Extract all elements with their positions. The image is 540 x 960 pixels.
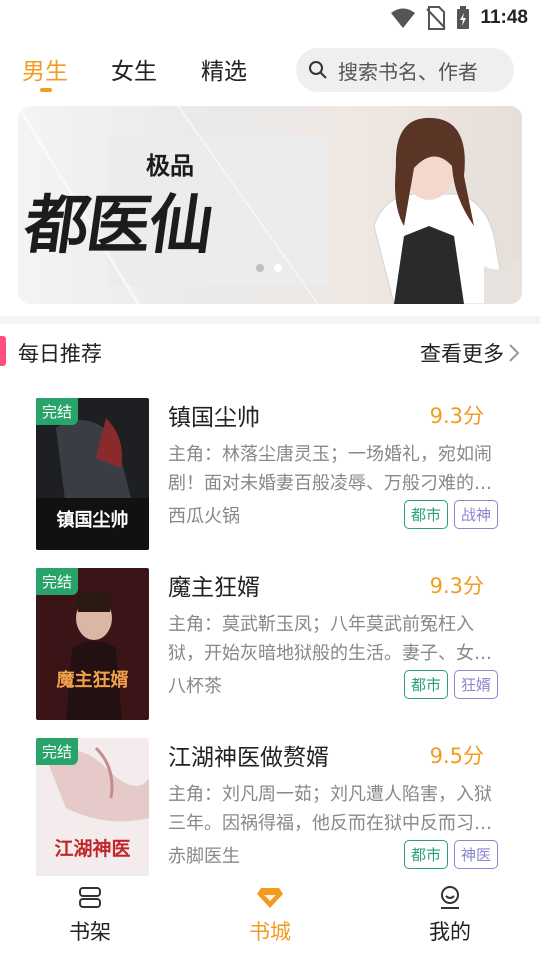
battery-icon [457, 6, 470, 29]
see-more-link[interactable]: 查看更多 [420, 338, 520, 368]
book-tag[interactable]: 都市 [403, 670, 448, 699]
diamond-icon [257, 888, 283, 908]
book-cover[interactable]: 完结 江湖神医 [36, 738, 149, 890]
book-title: 魔主狂婿 [168, 575, 260, 601]
promo-banner[interactable]: 极品 都医仙 [18, 106, 522, 304]
tab-female[interactable]: 女生 [111, 52, 157, 86]
section-accent-bar [0, 336, 6, 366]
book-score: 9.5分 [429, 744, 484, 768]
book-tags: 都市 神医 [403, 840, 498, 869]
section-divider [0, 316, 540, 324]
book-description: 主角：刘凡周一茹；刘凡遭人陷害，入狱三年。因祸得福，他反而在狱中反而习得… [168, 784, 492, 834]
completed-badge: 完结 [36, 738, 79, 765]
book-title: 江湖神医做赘婿 [168, 745, 329, 771]
see-more-label: 查看更多 [420, 342, 504, 366]
book-description: 主角：林落尘唐灵玉；一场婚礼，宛如闹剧！面对未婚妻百般凌辱、万般刁难的退… [168, 444, 492, 494]
book-score: 9.3分 [429, 574, 484, 598]
banner-pagination [256, 264, 282, 272]
book-score: 9.3分 [429, 404, 484, 428]
daily-recommend-header: 每日推荐 查看更多 [0, 330, 540, 374]
section-title: 每日推荐 [18, 342, 102, 366]
book-tag[interactable]: 神医 [453, 840, 498, 869]
book-tag[interactable]: 狂婿 [453, 670, 498, 699]
no-sim-icon [426, 6, 447, 30]
wifi-icon [391, 8, 416, 28]
book-author: 西瓜火锅 [168, 506, 240, 527]
status-time: 11:48 [480, 7, 528, 28]
nav-label: 书架 [69, 920, 111, 944]
profile-icon [441, 886, 459, 909]
banner-dot[interactable] [256, 264, 264, 272]
nav-label: 书城 [249, 920, 291, 944]
tab-featured[interactable]: 精选 [201, 52, 247, 86]
bookshelf-icon [79, 887, 101, 908]
completed-badge: 完结 [36, 398, 79, 425]
nav-bookshelf[interactable]: 书架 [50, 886, 130, 946]
nav-label: 我的 [429, 920, 471, 944]
banner-dot-active[interactable] [274, 264, 282, 272]
banner-character-illustration [373, 117, 522, 304]
book-tag[interactable]: 都市 [403, 840, 448, 869]
nav-bookstore[interactable]: 书城 [230, 886, 310, 946]
book-description: 主角：莫武靳玉凤；八年莫武前冤枉入狱，开始灰暗地狱般的生活。妻子、女儿… [168, 614, 474, 664]
book-title: 镇国尘帅 [168, 405, 260, 431]
book-tag[interactable]: 都市 [403, 500, 448, 529]
top-tab-bar: 男生 女生 精选 搜索书名、作者 [0, 44, 540, 96]
book-item[interactable]: 完结 镇国尘帅 镇国尘帅 9.3分 主角：林落尘唐灵玉；一场婚礼，宛如闹剧！面对… [0, 398, 540, 550]
status-icons: 11:48 [390, 6, 528, 30]
chevron-right-icon [509, 344, 520, 362]
cover-title-text: 镇国尘帅 [56, 510, 129, 531]
book-tags: 都市 狂婿 [403, 670, 498, 699]
book-author: 八杯茶 [168, 676, 222, 697]
cover-title-text: 魔主狂婿 [56, 670, 129, 691]
book-author: 赤脚医生 [168, 846, 240, 867]
book-item[interactable]: 完结 魔主狂婿 魔主狂婿 9.3分 主角：莫武靳玉凤；八年莫武前冤枉入狱，开始灰… [0, 568, 540, 720]
book-cover[interactable]: 完结 镇国尘帅 [36, 398, 149, 550]
tab-active-indicator [40, 88, 52, 92]
search-icon [309, 61, 327, 79]
bottom-nav: 书架 书城 我的 [0, 876, 540, 960]
completed-badge: 完结 [36, 568, 79, 595]
banner-title: 都医仙 [19, 188, 217, 263]
book-item[interactable]: 完结 江湖神医 江湖神医做赘婿 9.5分 主角：刘凡周一茹；刘凡遭人陷害，入狱三… [0, 738, 540, 890]
search-input[interactable]: 搜索书名、作者 [296, 48, 514, 92]
cover-title-text: 江湖神医 [54, 838, 131, 860]
book-tags: 都市 战神 [403, 500, 498, 529]
nav-profile[interactable]: 我的 [410, 886, 490, 946]
book-cover[interactable]: 完结 魔主狂婿 [36, 568, 149, 720]
tab-male[interactable]: 男生 [22, 52, 68, 86]
search-placeholder: 搜索书名、作者 [338, 59, 478, 84]
status-bar: 11:48 [0, 0, 540, 36]
book-tag[interactable]: 战神 [453, 500, 498, 529]
